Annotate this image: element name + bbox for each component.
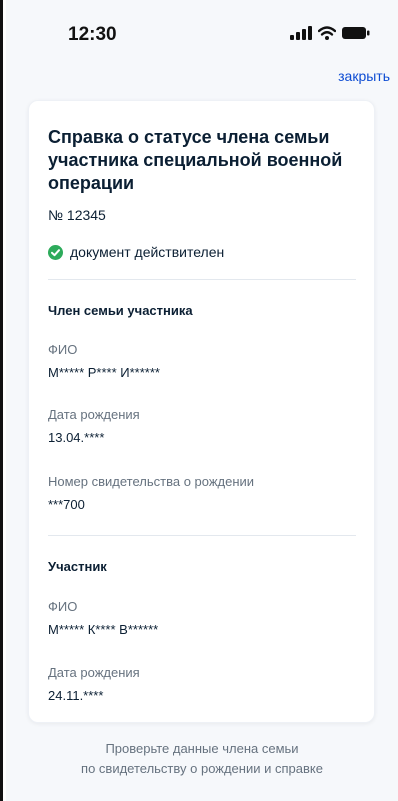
- footer-note-line: Проверьте данные члена семьи: [105, 741, 299, 756]
- section-participant-title: Участник: [48, 559, 107, 574]
- title-line: Справка о статусе члена семьи: [48, 127, 330, 147]
- divider: [48, 279, 356, 280]
- footer-note: Проверьте данные члена семьи по свидетел…: [6, 739, 398, 779]
- footer-note-line: по свидетельству о рождении и справке: [81, 761, 323, 776]
- document-number: № 12345: [48, 207, 106, 223]
- check-circle-icon: [48, 244, 63, 260]
- status-icons: [290, 26, 370, 40]
- participant-fio-label: ФИО: [48, 599, 78, 614]
- divider: [48, 535, 356, 536]
- title-line: участника специальной военной: [48, 150, 343, 170]
- phone-frame: 12:30 закрыть Справка о статусе члена се…: [0, 0, 398, 801]
- validity-text: документ действителен: [70, 244, 225, 260]
- page-title: Справка о статусе члена семьи участника …: [48, 126, 368, 195]
- certificate-number-value: ***700: [48, 497, 85, 512]
- close-link[interactable]: закрыть: [338, 68, 390, 84]
- battery-icon: [342, 27, 370, 39]
- title-line: операции: [48, 173, 135, 193]
- participant-birth-label: Дата рождения: [48, 665, 140, 680]
- wifi-icon: [318, 26, 336, 40]
- status-time: 12:30: [68, 24, 117, 45]
- section-family-member-title: Член семьи участника: [48, 303, 193, 318]
- app-screen: 12:30 закрыть Справка о статусе члена се…: [6, 0, 398, 801]
- certificate-card: Справка о статусе члена семьи участника …: [28, 100, 375, 723]
- family-fio-label: ФИО: [48, 342, 78, 357]
- validity-status: документ действителен: [48, 244, 224, 260]
- family-fio-value: М***** Р**** И******: [48, 365, 160, 380]
- status-bar: 12:30: [6, 0, 398, 60]
- certificate-number-label: Номер свидетельства о рождении: [48, 474, 255, 489]
- family-birth-label: Дата рождения: [48, 407, 140, 422]
- participant-birth-value: 24.11.****: [48, 688, 104, 703]
- signal-icon: [290, 26, 312, 40]
- participant-fio-value: М***** К**** В******: [48, 622, 159, 637]
- family-birth-value: 13.04.****: [48, 430, 105, 445]
